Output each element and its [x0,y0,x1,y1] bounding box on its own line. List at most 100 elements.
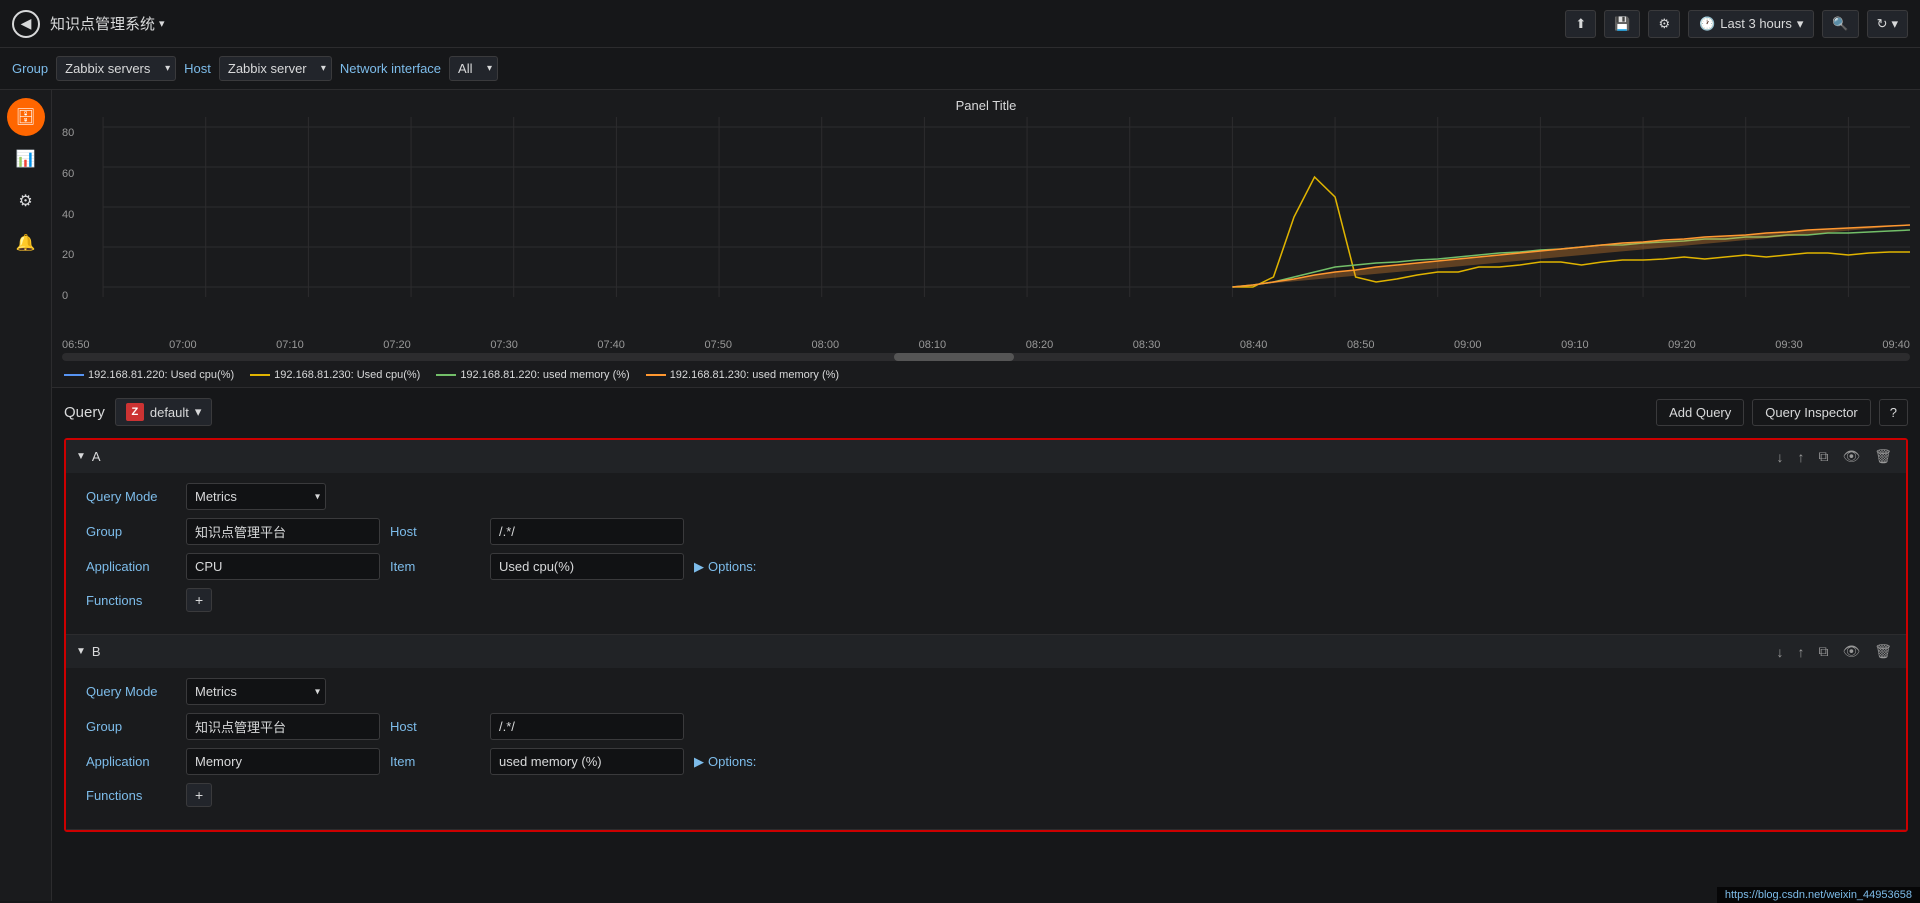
functions-label-a: Functions [86,593,176,608]
refresh-button[interactable]: ↻ ▾ [1867,10,1908,38]
host-select-wrapper[interactable]: Zabbix server [219,56,332,81]
block-b-up-button[interactable]: ↑ [1793,642,1808,662]
item-input-b[interactable] [490,748,684,775]
y-label-60: 60 [62,168,74,180]
block-b-duplicate-button[interactable]: ⧉ [1814,641,1832,662]
block-b-eye-button[interactable]: 👁 [1838,641,1864,662]
scrollbar-thumb[interactable] [894,353,1014,361]
x-label-0910: 09:10 [1561,339,1589,351]
clock-icon: 🕐 [1699,16,1715,32]
chart-container: Panel Title 80 60 40 20 0 [52,90,1920,901]
x-label-0940: 09:40 [1882,339,1910,351]
x-label-0700: 07:00 [169,339,197,351]
share-button[interactable]: ⬆ [1565,10,1596,38]
block-a-eye-button[interactable]: 👁 [1838,446,1864,467]
panel-title: Panel Title [52,98,1920,113]
add-function-button-b[interactable]: + [186,783,212,807]
sidebar-item-alerts[interactable]: 🔔 [7,224,45,262]
block-a-label: A [92,449,101,464]
group-select[interactable]: Zabbix servers [56,56,176,81]
query-inspector-button[interactable]: Query Inspector [1752,399,1871,426]
query-mode-select-a[interactable]: Metrics [186,483,326,510]
block-b-delete-button[interactable]: 🗑 [1870,641,1896,662]
legend-item-1: 192.168.81.230: Used cpu(%) [250,369,420,381]
network-select-wrapper[interactable]: All [449,56,498,81]
application-input-b[interactable] [186,748,380,775]
refresh-icon: ↻ [1877,16,1888,32]
filter-bar: Group Zabbix servers Host Zabbix server … [0,48,1920,90]
query-mode-select-wrapper-b[interactable]: Metrics [186,678,326,705]
query-right-buttons: Add Query Query Inspector ? [1656,399,1908,426]
datasource-arrow: ▾ [195,404,202,420]
search-button[interactable]: 🔍 [1822,10,1858,38]
back-button[interactable]: ◀ [12,10,40,38]
block-a-duplicate-button[interactable]: ⧉ [1814,446,1832,467]
block-a-down-button[interactable]: ↓ [1772,447,1787,467]
options-button-a[interactable]: ▶ Options: [694,559,756,575]
chart-scrollbar[interactable] [62,353,1910,361]
x-label-0830: 08:30 [1133,339,1161,351]
datasource-select[interactable]: Z default ▾ [115,398,213,426]
query-mode-select-b[interactable]: Metrics [186,678,326,705]
block-a-delete-button[interactable]: 🗑 [1870,446,1896,467]
footer-url: https://blog.csdn.net/weixin_44953658 [1725,889,1912,901]
group-select-wrapper[interactable]: Zabbix servers [56,56,176,81]
add-function-button-a[interactable]: + [186,588,212,612]
group-input-a[interactable] [186,518,380,545]
dashboard-settings-button[interactable]: ⚙ [1648,10,1680,38]
x-axis-labels: 06:50 07:00 07:10 07:20 07:30 07:40 07:5… [52,337,1920,353]
host-select[interactable]: Zabbix server [219,56,332,81]
main-area: 🗄 📊 ⚙ 🔔 Panel Title 80 60 40 20 0 [0,90,1920,901]
host-input-a[interactable] [490,518,684,545]
bell-icon: 🔔 [16,233,36,253]
query-block-a: ▼ A ↓ ↑ ⧉ 👁 🗑 Query Mode [66,440,1906,635]
query-mode-select-wrapper-a[interactable]: Metrics [186,483,326,510]
query-block-a-header[interactable]: ▼ A ↓ ↑ ⧉ 👁 🗑 [66,440,1906,473]
legend-dot-1 [250,374,270,376]
top-bar: ◀ 知识点管理系统 ▾ ⬆ 💾 ⚙ 🕐 Last 3 hours ▾ 🔍 ↻ ▾ [0,0,1920,48]
query-block-b-header[interactable]: ▼ B ↓ ↑ ⧉ 👁 🗑 [66,635,1906,668]
host-input-b[interactable] [490,713,684,740]
host-label-b: Host [390,719,480,734]
x-label-0840: 08:40 [1240,339,1268,351]
item-input-a[interactable] [490,553,684,580]
chart-icon: 📊 [16,149,36,169]
top-right-actions: ⬆ 💾 ⚙ 🕐 Last 3 hours ▾ 🔍 ↻ ▾ [1565,10,1908,38]
application-label-b: Application [86,754,176,769]
block-a-up-button[interactable]: ↑ [1793,447,1808,467]
title-dropdown-arrow[interactable]: ▾ [159,17,165,30]
time-range-button[interactable]: 🕐 Last 3 hours ▾ [1688,10,1814,38]
item-label-b: Item [390,754,480,769]
group-input-b[interactable] [186,713,380,740]
y-label-0: 0 [62,290,74,302]
block-a-arrow: ▼ [76,451,86,462]
y-label-80: 80 [62,127,74,139]
chart-legend: 192.168.81.220: Used cpu(%) 192.168.81.2… [52,365,1920,387]
sidebar-item-database[interactable]: 🗄 [7,98,45,136]
sidebar-item-chart[interactable]: 📊 [7,140,45,178]
block-b-down-button[interactable]: ↓ [1772,642,1787,662]
host-label-a: Host [390,524,480,539]
help-button[interactable]: ? [1879,399,1908,426]
item-label-a: Item [390,559,480,574]
save-button[interactable]: 💾 [1604,10,1640,38]
legend-label-2: 192.168.81.220: used memory (%) [460,369,629,381]
y-label-20: 20 [62,249,74,261]
query-block-b: ▼ B ↓ ↑ ⧉ 👁 🗑 Query Mode [66,635,1906,830]
query-block-a-body: Query Mode Metrics Group Host [66,473,1906,634]
chart-panel: Panel Title 80 60 40 20 0 [52,90,1920,388]
query-label: Query [64,404,105,421]
sidebar-item-settings[interactable]: ⚙ [7,182,45,220]
application-input-a[interactable] [186,553,380,580]
options-label-b: Options: [708,754,756,769]
x-label-0800: 08:00 [812,339,840,351]
host-filter-label: Host [184,61,211,76]
legend-item-3: 192.168.81.230: used memory (%) [646,369,839,381]
add-query-button[interactable]: Add Query [1656,399,1744,426]
block-a-controls: ↓ ↑ ⧉ 👁 🗑 [1772,446,1896,467]
options-button-b[interactable]: ▶ Options: [694,754,756,770]
x-label-0720: 07:20 [383,339,411,351]
y-axis-labels: 80 60 40 20 0 [62,127,74,302]
network-select[interactable]: All [449,56,498,81]
group-host-row-a: Group Host [86,518,1886,545]
